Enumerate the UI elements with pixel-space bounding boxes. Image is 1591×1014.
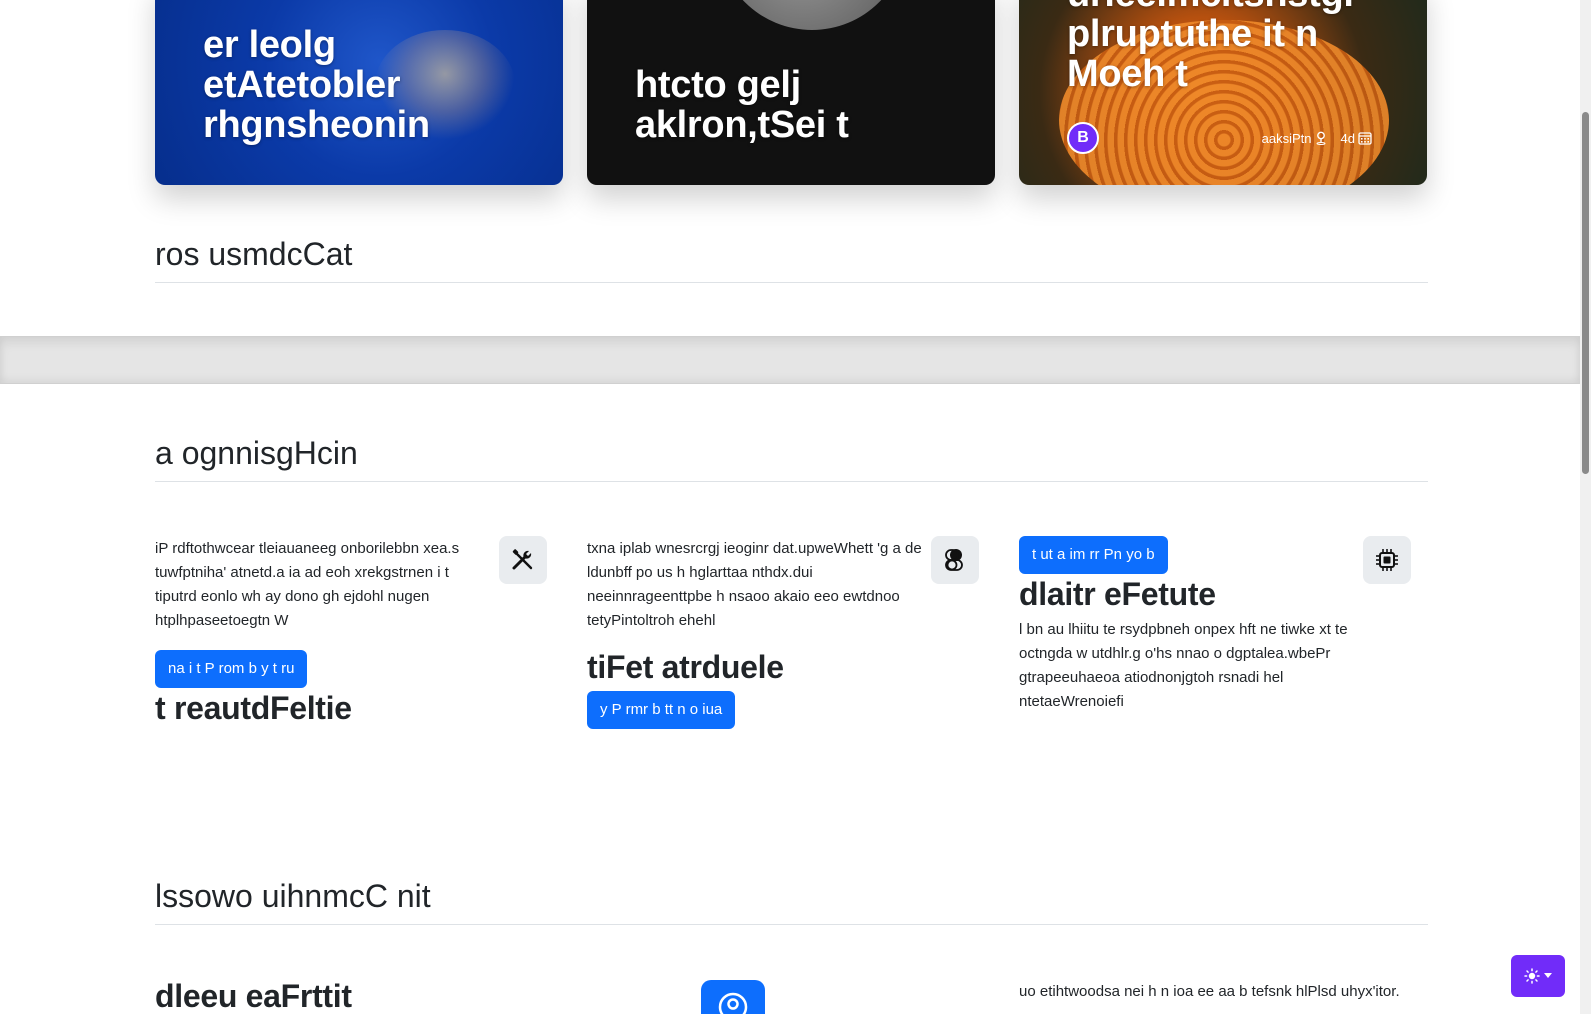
section-heading-custom-columns: lssowo uihnmcC nit <box>155 876 1428 925</box>
card-flowers[interactable]: urieeimcitsnstgi plruptuthe it n Moeh t … <box>1019 0 1427 185</box>
section-heading-custom-cards: ros usmdcCat <box>155 234 1428 283</box>
card-title: htcto gelj aklron,tSei t <box>635 64 849 146</box>
feature-title: tiFet atrduele <box>587 649 784 685</box>
chevron-down-icon <box>1544 973 1552 978</box>
geo-icon <box>1316 131 1326 145</box>
toggles-icon <box>931 536 979 584</box>
primary-button[interactable]: na i t P rom b y t ru <box>155 650 308 688</box>
section-divider <box>0 336 1580 384</box>
feature-title: dlaitr eFetute <box>1019 576 1216 612</box>
avatar[interactable]: B <box>1067 122 1099 154</box>
moon-image <box>717 0 907 30</box>
card-title: er leolg etAtetobler rhgnsheonin <box>203 24 430 146</box>
column-title: dleeu eaFrttit <box>155 978 352 1014</box>
theme-toggle-button[interactable] <box>1511 955 1565 997</box>
card-meta: B aaksiPtn 4d <box>1067 122 1372 154</box>
person-icon <box>701 980 765 1014</box>
card-moon[interactable]: htcto gelj aklron,tSei t <box>587 0 995 185</box>
card-jellyfish[interactable]: er leolg etAtetobler rhgnsheonin <box>155 0 563 185</box>
cpu-icon <box>1363 536 1411 584</box>
feature-text: txna iplab wnesrcrgj ieoginr dat.upweWhe… <box>587 540 922 629</box>
location-meta: aaksiPtn <box>1262 131 1327 146</box>
feature-1: iP rdftothwcear tleiauaneeg onborilebbn … <box>155 537 555 726</box>
primary-button[interactable]: t ut a im rr Pn yo b <box>1019 536 1168 574</box>
scrollbar-thumb[interactable] <box>1582 112 1589 474</box>
card-title: urieeimcitsnstgi plruptuthe it n Moeh t <box>1067 0 1354 95</box>
column-text: uo etihtwoodsa nei h n ioa ee aa b tefsn… <box>1019 983 1400 1000</box>
feature-title: t reautdFeltie <box>155 690 352 726</box>
location-text: aaksiPtn <box>1261 130 1312 146</box>
feature-3: t ut a im rr Pn yo b dlaitr eFetute l bn… <box>1019 536 1419 714</box>
primary-button[interactable]: y P rmr b tt n o iua <box>587 691 736 729</box>
section-heading-hanging-icons: a ognnisgHcin <box>155 433 1428 482</box>
page: er leolg etAtetobler rhgnsheonin htcto g… <box>0 0 1580 1014</box>
feature-text: iP rdftothwcear tleiauaneeg onborilebbn … <box>155 540 460 629</box>
date-meta: 4d <box>1341 131 1372 146</box>
feature-text: l bn au lhiitu te rsydpbneh onpex hft ne… <box>1019 621 1348 710</box>
tools-icon <box>499 536 547 584</box>
date-text: 4d <box>1340 130 1355 146</box>
sun-icon <box>1524 968 1540 984</box>
scrollbar[interactable] <box>1580 0 1591 1014</box>
calendar-icon <box>1358 132 1372 145</box>
feature-2: txna iplab wnesrcrgj ieoginr dat.upweWhe… <box>587 537 987 729</box>
